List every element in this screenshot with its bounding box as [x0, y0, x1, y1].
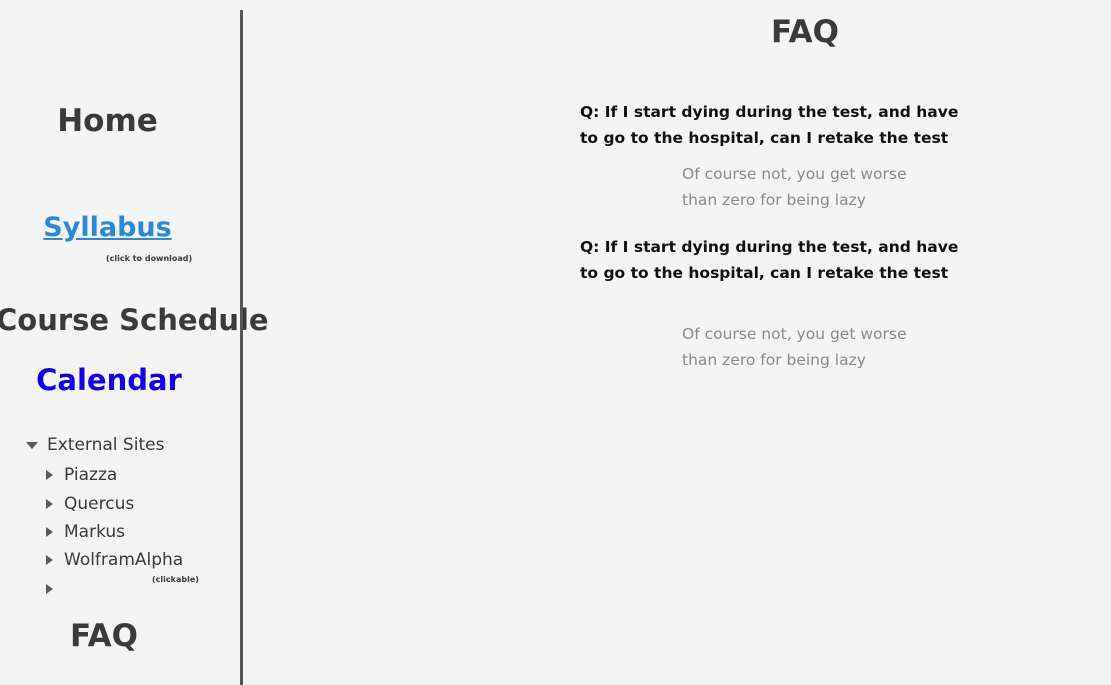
faq-answer: Of course not, you get worse than zero f… [682, 325, 907, 369]
external-site-markus[interactable]: Markus [46, 522, 125, 542]
external-site-unlabeled[interactable] [46, 578, 64, 600]
nav-course-schedule[interactable]: Course Schedule [0, 303, 269, 337]
external-site-label: WolframAlpha [64, 550, 184, 570]
caret-right-icon [46, 555, 53, 565]
external-sites-toggle[interactable]: External Sites [26, 435, 164, 455]
nav-syllabus-download-link[interactable]: Syllabus [0, 212, 215, 243]
external-site-label: Piazza [64, 465, 118, 485]
external-site-quercus[interactable]: Quercus [46, 494, 134, 514]
external-site-label: Markus [64, 522, 126, 542]
sidebar: Home Syllabus (click to download) Course… [0, 0, 269, 685]
caret-down-icon [26, 441, 38, 449]
faq-question: Q: If I start dying during the test, and… [580, 238, 959, 282]
faq-answer: Of course not, you get worse than zero f… [682, 165, 907, 209]
external-site-piazza[interactable]: Piazza [46, 465, 117, 485]
nav-home[interactable]: Home [0, 103, 215, 139]
caret-right-icon [46, 584, 53, 594]
page: Home Syllabus (click to download) Course… [0, 0, 1111, 685]
faq-question: Q: If I start dying during the test, and… [580, 103, 959, 147]
caret-right-icon [46, 527, 53, 537]
clickable-hint: (clickable) [152, 575, 199, 584]
page-title: FAQ [771, 14, 839, 50]
external-site-label: Quercus [64, 494, 135, 514]
caret-right-icon [46, 470, 53, 480]
syllabus-download-hint: (click to download) [106, 254, 193, 263]
nav-calendar[interactable]: Calendar [0, 363, 218, 397]
sidebar-divider [240, 10, 243, 685]
external-sites-label: External Sites [47, 435, 165, 455]
nav-faq[interactable]: FAQ [0, 618, 208, 654]
caret-right-icon [46, 499, 53, 509]
external-site-wolframalpha[interactable]: WolframAlpha [46, 550, 183, 570]
